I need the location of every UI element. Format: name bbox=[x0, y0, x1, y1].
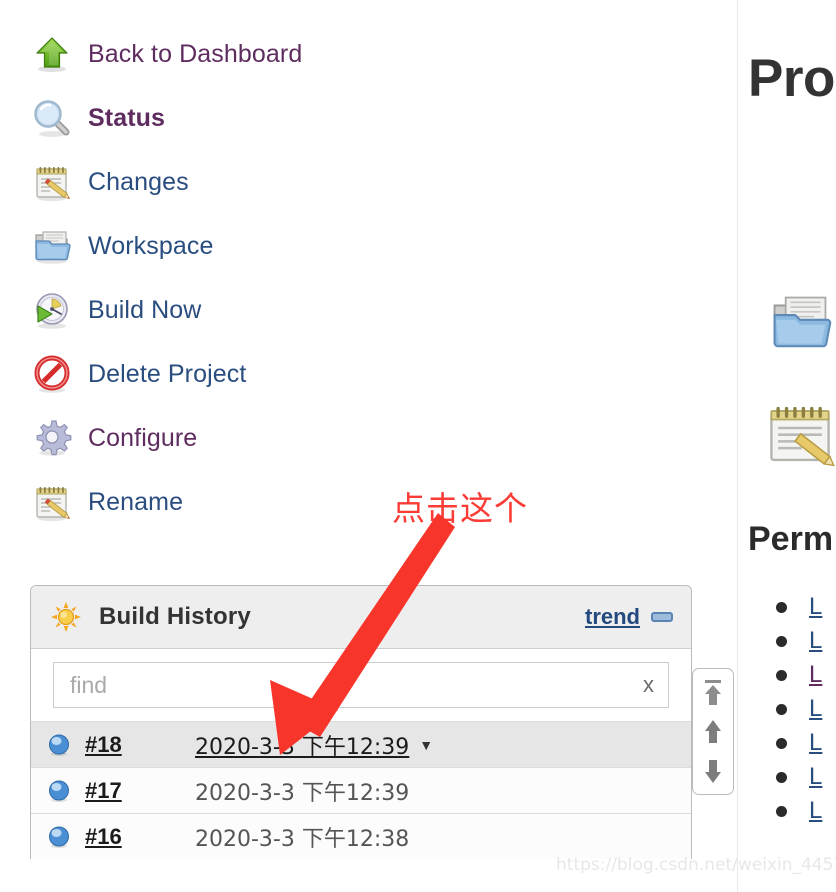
permalink-label: L bbox=[809, 797, 823, 824]
sidebar-task-list: Back to Dashboard Status Changes Workspa… bbox=[0, 22, 420, 534]
bullet-icon bbox=[776, 635, 787, 647]
build-number-link[interactable]: #18 bbox=[85, 732, 195, 758]
list-item[interactable]: L bbox=[776, 760, 822, 794]
build-history-header: Build History trend bbox=[31, 586, 691, 649]
watermark-text: https://blog.csdn.net/weixin_44571270 bbox=[556, 855, 836, 875]
sun-icon bbox=[51, 602, 81, 632]
permalink-label: L bbox=[809, 593, 823, 620]
bullet-icon bbox=[776, 703, 787, 715]
sidebar-item-label: Delete Project bbox=[88, 359, 247, 388]
list-item[interactable]: L bbox=[776, 726, 822, 760]
build-number-link[interactable]: #17 bbox=[85, 778, 195, 804]
annotation-text: 点击这个 bbox=[392, 489, 528, 528]
build-history-header-actions: trend bbox=[585, 604, 673, 630]
sidebar-item-label: Back to Dashboard bbox=[88, 39, 303, 68]
bullet-icon bbox=[776, 601, 787, 613]
page-title: Pro bbox=[748, 49, 835, 108]
build-history-scroll-buttons bbox=[692, 668, 734, 795]
permalinks-list: L L L L L L L bbox=[776, 590, 822, 828]
sidebar-item-back-to-dashboard[interactable]: Back to Dashboard bbox=[0, 22, 420, 86]
permalink-label: L bbox=[809, 695, 823, 722]
sidebar-item-label: Configure bbox=[88, 423, 198, 452]
table-row[interactable]: #17 2020-3-3 下午12:39 bbox=[31, 767, 691, 813]
list-item[interactable]: L bbox=[776, 658, 822, 692]
trend-link[interactable]: trend bbox=[585, 604, 640, 630]
jenkins-project-page: Back to Dashboard Status Changes Workspa… bbox=[0, 0, 836, 892]
sidebar-item-label: Rename bbox=[88, 487, 184, 516]
sidebar-item-label: Status bbox=[88, 103, 166, 132]
scroll-up-button[interactable] bbox=[700, 717, 726, 747]
sidebar-item-rename[interactable]: Rename bbox=[0, 470, 420, 534]
permalink-label: L bbox=[809, 763, 823, 790]
sidebar-item-build-now[interactable]: Build Now bbox=[0, 278, 420, 342]
collapse-icon[interactable] bbox=[651, 612, 673, 622]
permalinks-heading: Perm bbox=[748, 520, 834, 558]
bullet-icon bbox=[776, 805, 787, 817]
sidebar-item-label: Build Now bbox=[88, 295, 202, 324]
sidebar-item-status[interactable]: Status bbox=[0, 86, 420, 150]
sidebar-item-configure[interactable]: Configure bbox=[0, 406, 420, 470]
sidebar-item-workspace[interactable]: Workspace bbox=[0, 214, 420, 278]
blue-ball-icon bbox=[47, 733, 71, 757]
list-item[interactable]: L bbox=[776, 590, 822, 624]
scroll-down-button[interactable] bbox=[700, 756, 726, 786]
sidebar-item-label: Changes bbox=[88, 167, 189, 196]
list-item[interactable]: L bbox=[776, 794, 822, 828]
column-divider bbox=[737, 0, 738, 892]
blue-ball-icon bbox=[47, 779, 71, 803]
blue-ball-icon bbox=[47, 825, 71, 849]
sidebar-item-changes[interactable]: Changes bbox=[0, 150, 420, 214]
notepad-pencil-icon bbox=[30, 480, 74, 524]
clear-search-button[interactable]: x bbox=[635, 672, 654, 698]
build-now-icon bbox=[30, 288, 74, 332]
up-arrow-icon bbox=[30, 32, 74, 76]
delete-icon bbox=[30, 352, 74, 396]
folder-icon bbox=[30, 224, 74, 268]
find-field-wrapper[interactable]: x bbox=[53, 662, 669, 708]
recent-changes-icon[interactable] bbox=[762, 396, 836, 470]
build-history-title: Build History bbox=[99, 603, 251, 630]
build-history-find-row: x bbox=[31, 649, 691, 721]
table-row[interactable]: #18 2020-3-3 下午12:39 ▼ bbox=[31, 721, 691, 767]
build-history-panel: Build History trend x #18 20 bbox=[30, 585, 692, 859]
notepad-pencil-icon bbox=[30, 160, 74, 204]
bullet-icon bbox=[776, 669, 787, 681]
build-timestamp-link[interactable]: 2020-3-3 下午12:39 bbox=[195, 729, 409, 761]
search-input[interactable] bbox=[68, 670, 635, 700]
permalink-label: L bbox=[809, 627, 823, 654]
permalink-label: L bbox=[809, 661, 823, 688]
magnifier-icon bbox=[30, 96, 74, 140]
table-row[interactable]: #16 2020-3-3 下午12:38 bbox=[31, 813, 691, 859]
build-number-link[interactable]: #16 bbox=[85, 824, 195, 850]
permalink-label: L bbox=[809, 729, 823, 756]
bullet-icon bbox=[776, 737, 787, 749]
chevron-down-icon[interactable]: ▼ bbox=[419, 737, 433, 753]
sidebar-item-label: Workspace bbox=[88, 231, 214, 260]
scroll-to-top-button[interactable] bbox=[700, 678, 726, 708]
sidebar-item-delete-project[interactable]: Delete Project bbox=[0, 342, 420, 406]
build-timestamp-link[interactable]: 2020-3-3 下午12:38 bbox=[195, 821, 409, 853]
list-item[interactable]: L bbox=[776, 624, 822, 658]
bullet-icon bbox=[776, 771, 787, 783]
build-timestamp-link[interactable]: 2020-3-3 下午12:39 bbox=[195, 775, 409, 807]
workspace-folder-icon[interactable] bbox=[762, 288, 836, 358]
gear-icon bbox=[30, 416, 74, 460]
list-item[interactable]: L bbox=[776, 692, 822, 726]
